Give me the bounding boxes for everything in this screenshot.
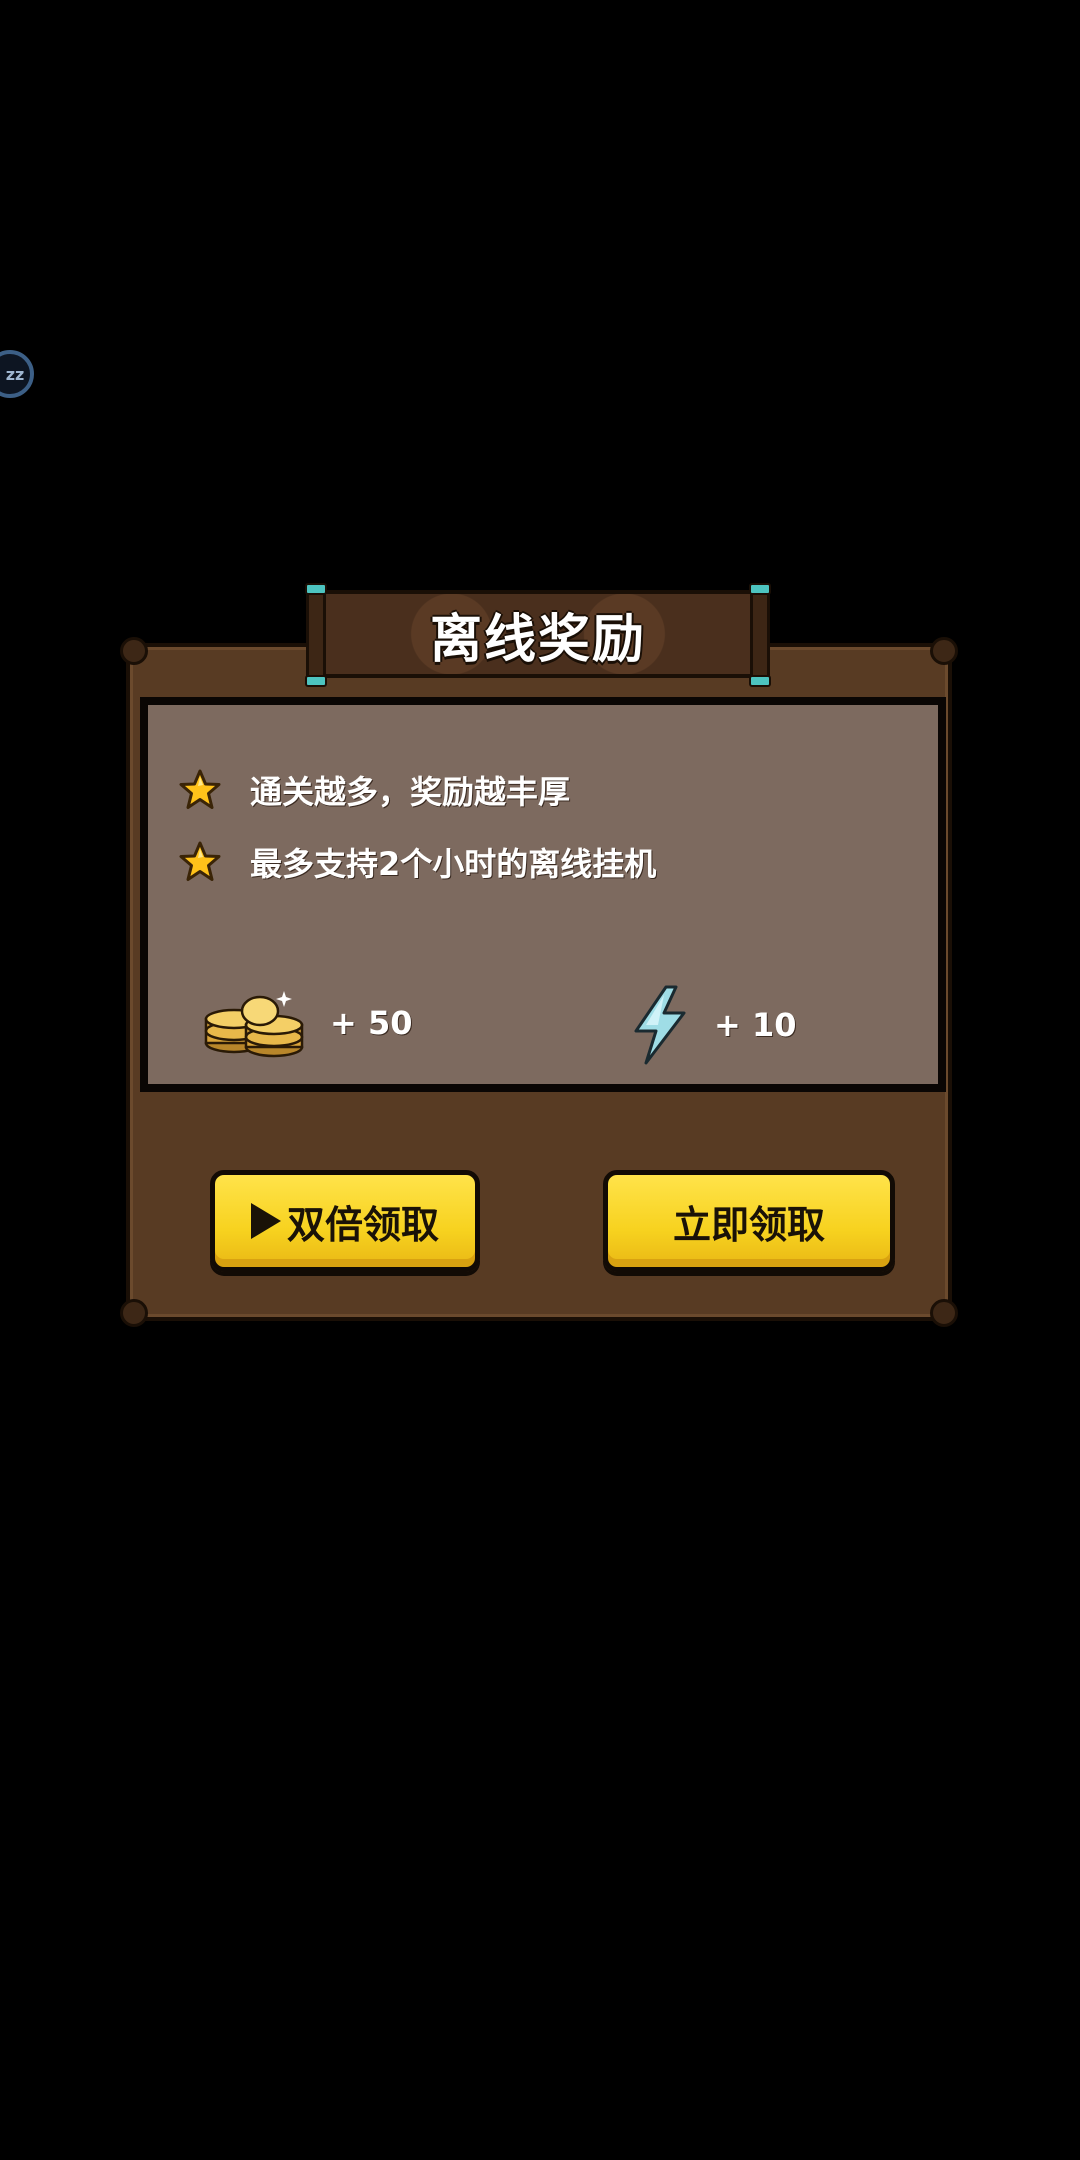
double-claim-label: 双倍领取 <box>286 1202 439 1247</box>
energy-amount: + 10 <box>714 1006 797 1044</box>
floating-button-label: zz <box>5 364 25 384</box>
gold-reward: + 50 <box>200 985 412 1061</box>
title-banner: 离线奖励 <box>305 583 771 687</box>
star-icon <box>179 841 221 881</box>
scroll-roll-right <box>749 583 771 687</box>
claim-now-button[interactable]: 立即领取 <box>603 1170 895 1272</box>
tip-text: 最多支持2个小时的离线挂机 <box>250 845 657 883</box>
tip-text: 通关越多，奖励越丰厚 <box>250 773 571 811</box>
scroll-roll-left <box>305 583 327 687</box>
double-claim-button[interactable]: 双倍领取 <box>210 1170 480 1272</box>
reward-info-box: 通关越多，奖励越丰厚 最多支持2个小时的离线挂机 + 50 + 10 <box>140 697 946 1092</box>
tip-item: 通关越多，奖励越丰厚 <box>178 767 570 813</box>
corner-rivet <box>930 1299 958 1327</box>
lightning-icon <box>634 985 686 1065</box>
corner-rivet <box>120 1299 148 1327</box>
corner-rivet <box>120 637 148 665</box>
dialog-title: 离线奖励 <box>429 609 646 670</box>
corner-rivet <box>930 637 958 665</box>
energy-reward: + 10 <box>628 985 796 1065</box>
claim-now-label: 立即领取 <box>672 1202 825 1247</box>
play-video-icon <box>250 1203 281 1239</box>
gold-coins-icon <box>204 991 304 1058</box>
gold-amount: + 50 <box>330 1004 413 1042</box>
floating-sleep-button[interactable]: zz <box>0 350 34 398</box>
star-icon <box>179 769 221 809</box>
tip-item: 最多支持2个小时的离线挂机 <box>178 839 656 885</box>
